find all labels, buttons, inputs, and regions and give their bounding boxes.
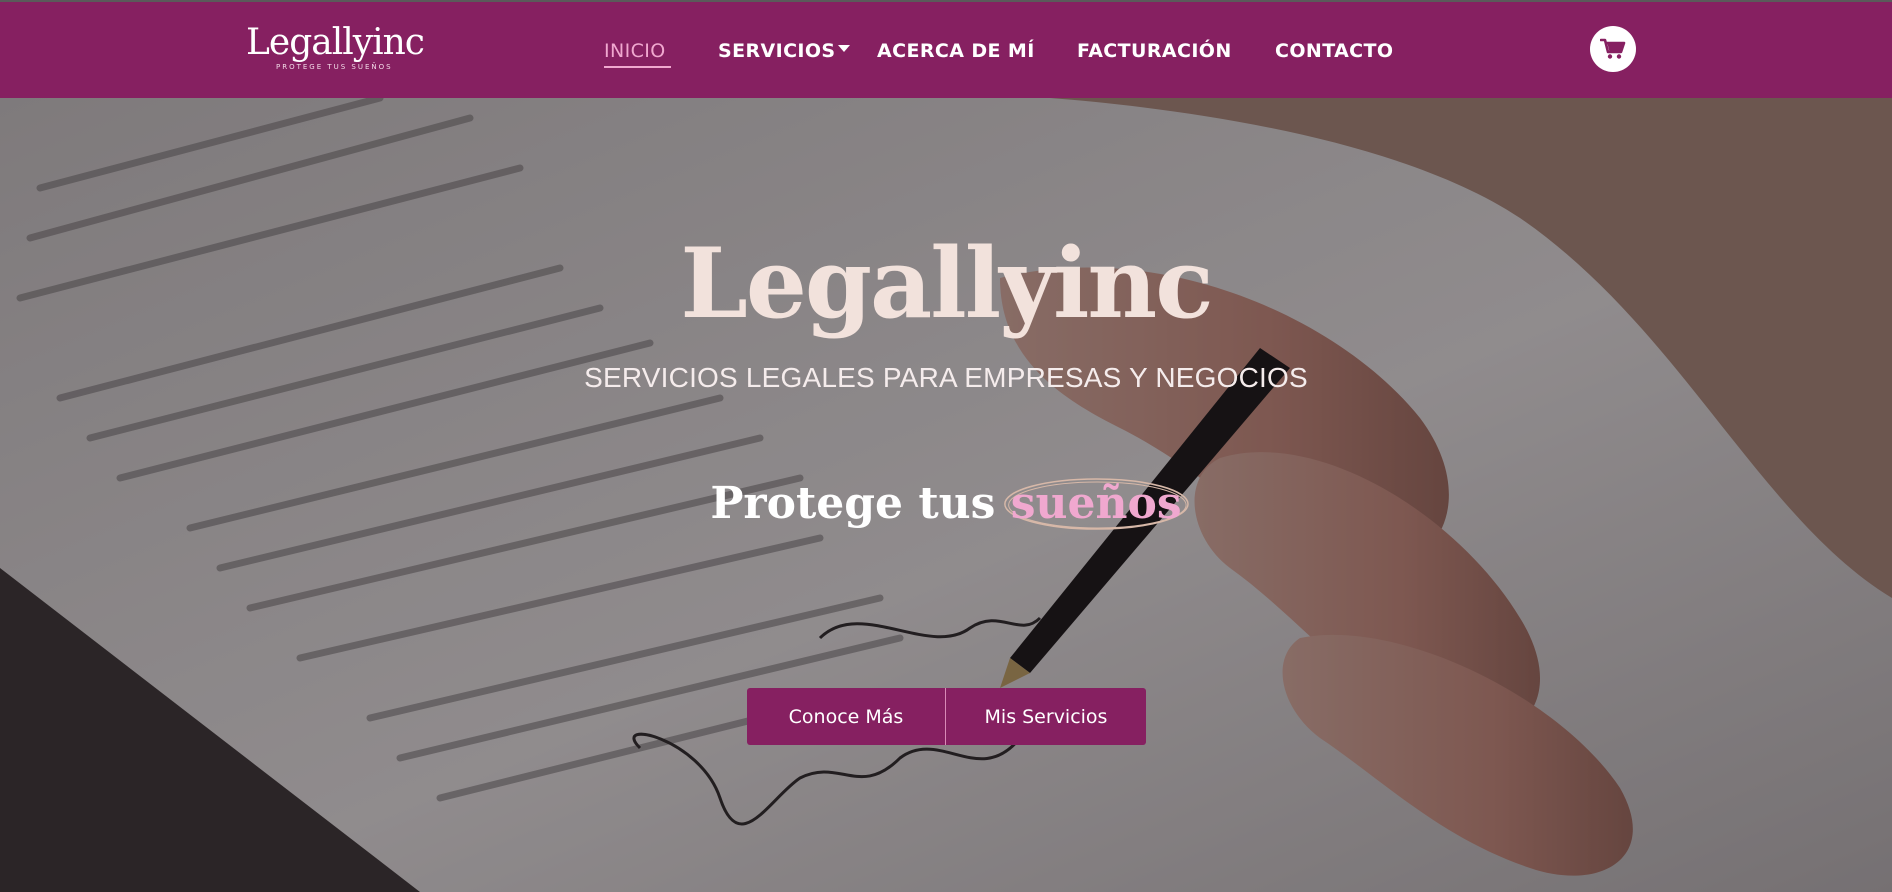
hero-section: Legallyinc SERVICIOS LEGALES PARA EMPRES… <box>0 98 1892 892</box>
nav-item-acerca-de-mi[interactable]: ACERCA DE MÍ <box>877 38 1035 64</box>
hero-tagline: Protege tus sueños <box>0 478 1892 530</box>
nav-item-servicios[interactable]: SERVICIOS <box>718 38 836 64</box>
cart-button[interactable] <box>1590 26 1636 72</box>
tagline-highlight-text: sueños <box>1010 478 1182 529</box>
hero-subtitle: SERVICIOS LEGALES PARA EMPRESAS Y NEGOCI… <box>584 362 1308 393</box>
tagline-highlight: sueños <box>1003 478 1189 530</box>
shopping-cart-icon <box>1600 38 1626 59</box>
mis-servicios-button[interactable]: Mis Servicios <box>946 688 1146 745</box>
nav-item-contacto[interactable]: CONTACTO <box>1275 38 1393 64</box>
tagline-prefix: Protege tus <box>710 478 996 529</box>
hero-title: Legallyinc <box>680 227 1213 340</box>
nav-item-facturacion[interactable]: FACTURACIÓN <box>1077 38 1232 64</box>
conoce-mas-button[interactable]: Conoce Más <box>747 688 946 745</box>
site-header: Legallyinc PROTEGE TUS SUEÑOS INICIO SER… <box>0 0 1892 98</box>
chevron-down-icon[interactable] <box>838 45 850 52</box>
hero-button-group: Conoce Más Mis Servicios <box>747 688 1146 745</box>
nav-item-inicio[interactable]: INICIO <box>604 38 666 64</box>
nav-active-underline <box>604 66 671 68</box>
